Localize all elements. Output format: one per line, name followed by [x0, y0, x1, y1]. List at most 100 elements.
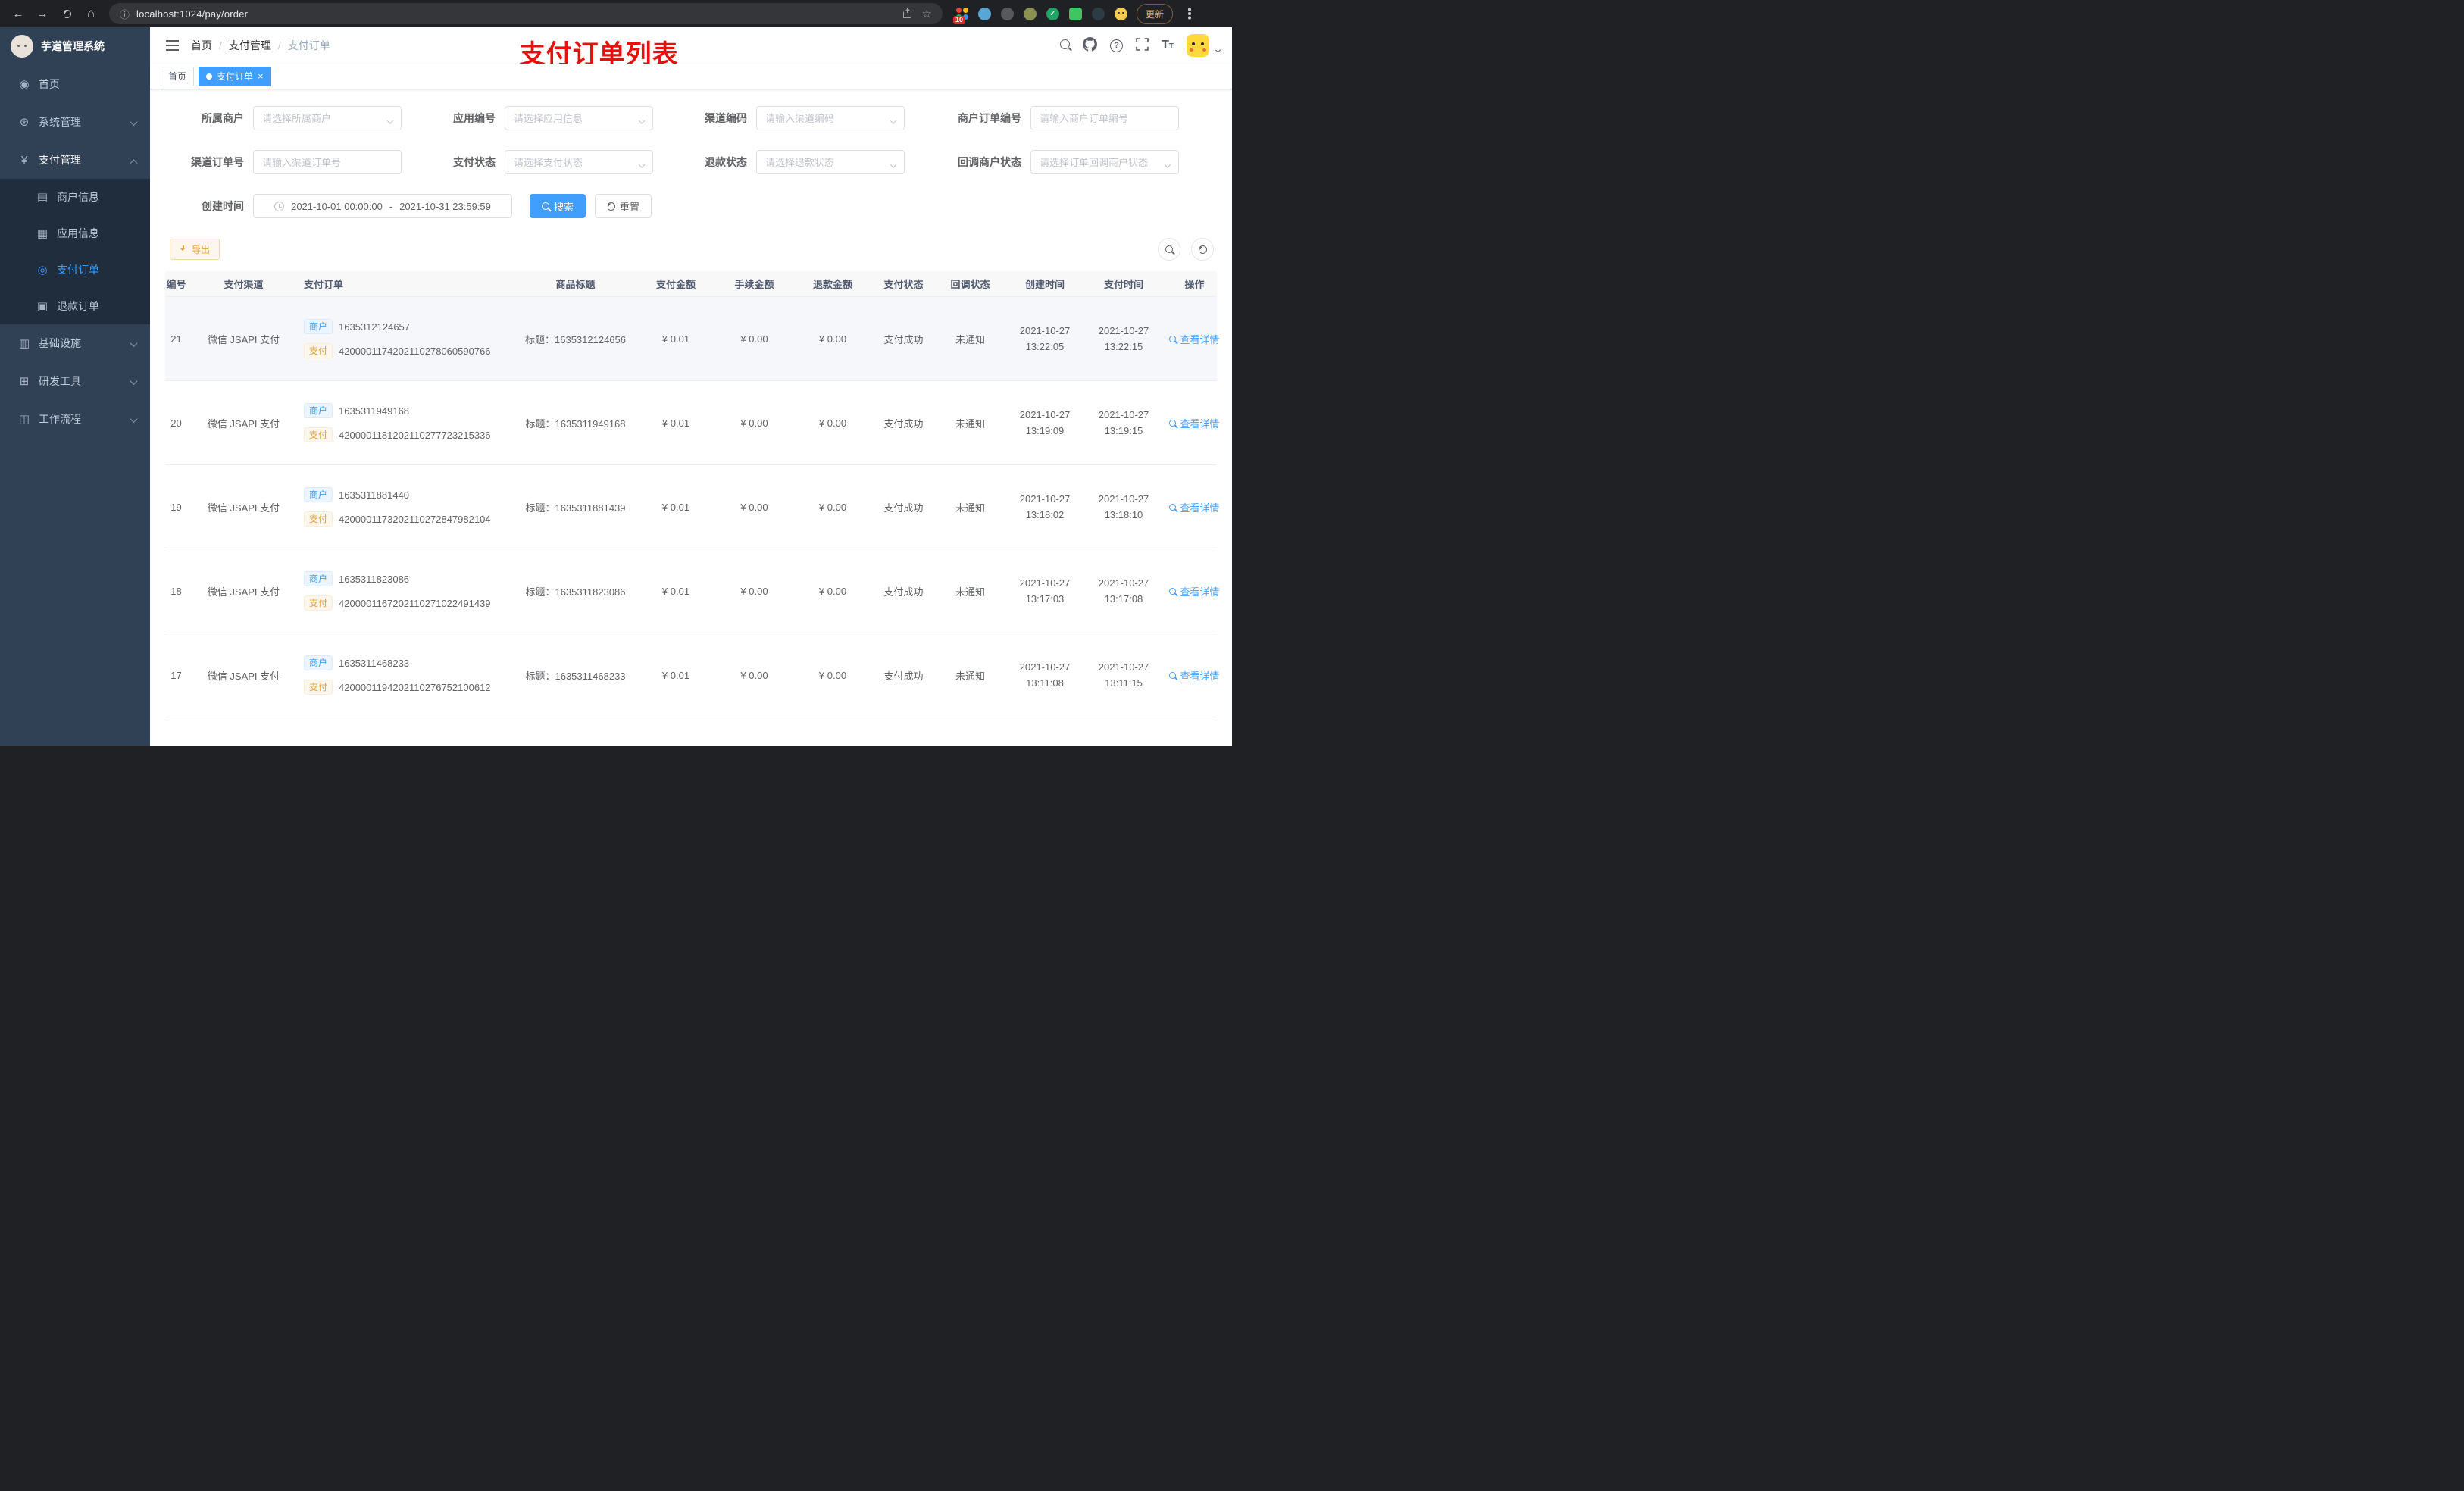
search-icon: [1169, 671, 1177, 679]
search-icon: [542, 202, 549, 210]
channel-order-no-input[interactable]: [253, 150, 402, 174]
user-avatar[interactable]: [1187, 34, 1209, 57]
refresh-icon[interactable]: [1191, 238, 1214, 261]
view-detail-link[interactable]: 查看详情: [1169, 332, 1220, 346]
sidebar-item-payment[interactable]: ¥ 支付管理: [0, 141, 150, 179]
sidebar-item-merchant-info[interactable]: ▤ 商户信息: [0, 179, 150, 215]
sidebar-item-infrastructure[interactable]: ▥ 基础设施: [0, 324, 150, 362]
refund-status-select[interactable]: [756, 150, 905, 174]
chevron-down-icon: [638, 159, 646, 170]
breadcrumb-current: 支付订单: [287, 39, 330, 52]
breadcrumb-payment[interactable]: 支付管理: [229, 38, 271, 53]
notify-status-select[interactable]: [1030, 150, 1179, 174]
search-icon[interactable]: [1060, 39, 1071, 52]
sidebar-item-devtools[interactable]: ⊞ 研发工具: [0, 362, 150, 400]
browser-update-button[interactable]: 更新: [1137, 3, 1174, 24]
extension-olive-icon[interactable]: [1024, 7, 1037, 20]
table-row: 17 微信 JSAPI 支付 商户 1635311468233 支付 4200001…: [165, 633, 1220, 717]
fullscreen-icon[interactable]: [1136, 38, 1149, 53]
filter-label: 退款状态: [705, 156, 747, 168]
merchant-tag: 商户: [304, 571, 333, 586]
url-text: localhost:1024/pay/order: [136, 8, 249, 20]
extension-dark-icon[interactable]: [1092, 7, 1105, 20]
hamburger-icon[interactable]: [162, 36, 182, 55]
breadcrumb: 首页 支付管理 支付订单: [191, 38, 330, 53]
sidebar-item-app-info[interactable]: ▦ 应用信息: [0, 215, 150, 252]
column-id: 编号: [166, 279, 186, 290]
sidebar-item-workflow[interactable]: ◫ 工作流程: [0, 400, 150, 438]
column-fee: 手续金额: [734, 279, 774, 290]
browser-menu-icon[interactable]: [1180, 3, 1199, 24]
filter-row-2: 渠道订单号 支付状态 退款状态: [165, 150, 1217, 174]
table-header: 编号 支付渠道 支付订单 商品标题 支付金额 手续金额 退款金额 支付状态 回调…: [165, 271, 1217, 297]
extension-badge: 10: [953, 16, 966, 24]
toggle-search-icon[interactable]: [1158, 238, 1180, 261]
sidebar-logo[interactable]: 芋道管理系统: [0, 27, 150, 65]
column-amount: 支付金额: [655, 279, 696, 290]
github-icon[interactable]: [1083, 37, 1098, 54]
briefcase-icon: ◫: [18, 413, 30, 426]
view-detail-link[interactable]: 查看详情: [1169, 668, 1220, 683]
filter-label: 渠道编码: [705, 112, 747, 124]
filter-label: 应用编号: [453, 112, 496, 124]
monitor-icon: ▥: [18, 337, 30, 350]
extension-colordots-icon[interactable]: 10: [953, 8, 968, 24]
sidebar-item-home[interactable]: ◉ 首页: [0, 65, 150, 103]
sidebar-item-refund-order[interactable]: ▣ 退款订单: [0, 288, 150, 324]
column-status: 支付状态: [883, 279, 924, 290]
sidebar-item-system[interactable]: ⊛ 系统管理: [0, 103, 150, 141]
create-time-range-picker[interactable]: 2021-10-01 00:00:00 - 2021-10-31 23:59:5…: [253, 194, 512, 218]
app-select[interactable]: [505, 106, 653, 130]
reset-button[interactable]: 重置: [595, 194, 652, 218]
merchant-order-no-input[interactable]: [1030, 106, 1179, 130]
help-icon[interactable]: [1110, 39, 1124, 52]
app-frame: 芋道管理系统 ◉ 首页 ⊛ 系统管理 ¥ 支付管理 ▤ 商户信息 ▦ 应用信息: [0, 27, 1232, 746]
breadcrumb-home[interactable]: 首页: [191, 38, 212, 53]
filter-row-1: 所属商户 应用编号 渠道编码: [165, 106, 1217, 130]
chevron-down-icon[interactable]: [1215, 44, 1221, 55]
column-refund: 退款金额: [812, 279, 852, 290]
browser-reload-icon[interactable]: [56, 3, 77, 24]
sidebar-item-pay-order[interactable]: ◎ 支付订单: [0, 252, 150, 288]
pay-status-select[interactable]: [505, 150, 653, 174]
date-end: 2021-10-31 23:59:59: [399, 200, 491, 212]
merchant-select[interactable]: [253, 106, 402, 130]
view-detail-link[interactable]: 查看详情: [1169, 584, 1220, 599]
merchant-tag: 商户: [304, 487, 333, 502]
chevron-down-icon: [130, 413, 138, 425]
share-icon[interactable]: [902, 8, 911, 18]
date-start: 2021-10-01 00:00:00: [291, 200, 383, 212]
pay-tag: 支付: [304, 595, 333, 611]
filter-label: 支付状态: [453, 156, 496, 168]
extension-gray-icon[interactable]: [1001, 7, 1014, 20]
chevron-up-icon: [130, 154, 138, 167]
merchant-tag: 商户: [304, 319, 333, 334]
grid-icon: ▦: [36, 227, 48, 240]
tab-pay-order[interactable]: 支付订单: [199, 66, 271, 86]
tab-home[interactable]: 首页: [161, 66, 195, 86]
filter-label: 渠道订单号: [191, 156, 244, 168]
browser-chrome: localhost:1024/pay/order 10 更新: [0, 0, 1232, 27]
bookmark-star-icon[interactable]: [922, 7, 932, 20]
extension-green-square-icon[interactable]: [1069, 7, 1082, 20]
site-info-icon[interactable]: [120, 7, 130, 21]
export-button[interactable]: 导出: [170, 239, 220, 260]
view-detail-link[interactable]: 查看详情: [1169, 416, 1220, 430]
browser-back-icon[interactable]: [8, 3, 29, 24]
address-bar[interactable]: localhost:1024/pay/order: [109, 3, 943, 24]
close-icon[interactable]: [258, 71, 264, 81]
chevron-down-icon: [130, 375, 138, 387]
download-icon: [180, 245, 187, 254]
search-button[interactable]: 搜索: [530, 194, 586, 218]
refresh-icon: [607, 202, 616, 211]
profile-avatar-icon[interactable]: [1115, 7, 1127, 20]
chevron-down-icon: [130, 116, 138, 128]
browser-home-icon[interactable]: [80, 3, 102, 24]
font-size-icon[interactable]: [1162, 39, 1174, 52]
table-row: 21 微信 JSAPI 支付 商户 1635312124657 支付 4200001…: [165, 297, 1220, 381]
channel-code-select[interactable]: [756, 106, 905, 130]
view-detail-link[interactable]: 查看详情: [1169, 500, 1220, 514]
extension-check-icon[interactable]: [1046, 7, 1059, 20]
extension-blue-icon[interactable]: [978, 7, 991, 20]
browser-forward-icon[interactable]: [32, 3, 53, 24]
